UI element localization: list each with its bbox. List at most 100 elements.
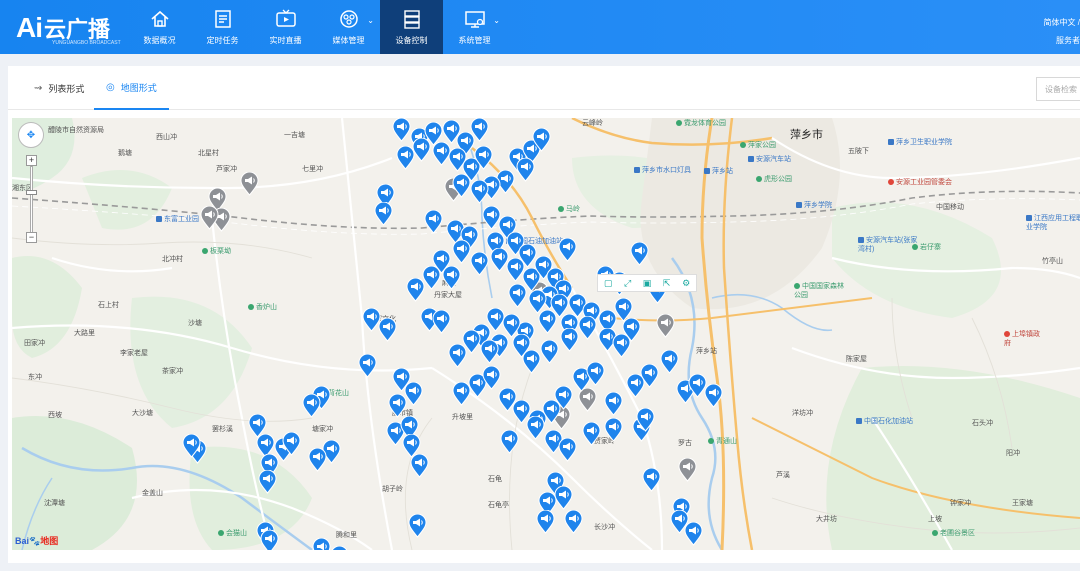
device-marker-online[interactable] [560, 327, 579, 352]
device-marker-online[interactable] [684, 521, 703, 546]
device-marker-online[interactable] [480, 339, 499, 364]
zoom-slider-handle[interactable] [26, 190, 37, 195]
device-marker-online[interactable] [604, 391, 623, 416]
map-label: 马岭 [558, 204, 580, 214]
nav-item-media[interactable]: 媒体管理 ⌄ [317, 0, 380, 54]
nav-item-overview[interactable]: 数据概况 [128, 0, 191, 54]
device-marker-online[interactable] [482, 365, 501, 390]
device-marker-online[interactable] [604, 417, 623, 442]
device-marker-online[interactable] [564, 509, 583, 534]
device-marker-online[interactable] [260, 529, 279, 550]
language-switch[interactable]: 简体中文 / [1044, 14, 1080, 32]
device-marker-online[interactable] [642, 467, 661, 492]
nav-item-live[interactable]: 实时直播 [254, 0, 317, 54]
device-marker-online[interactable] [424, 209, 443, 234]
device-marker-online[interactable] [526, 415, 545, 440]
device-marker-offline[interactable] [678, 457, 697, 482]
device-marker-online[interactable] [558, 237, 577, 262]
device-marker-online[interactable] [660, 349, 679, 374]
share-icon[interactable]: ⇱ [663, 278, 671, 289]
map-label: 会猫山 [218, 528, 247, 538]
device-marker-online[interactable] [554, 385, 573, 410]
device-marker-online[interactable] [522, 349, 541, 374]
device-marker-online[interactable] [630, 241, 649, 266]
device-marker-offline[interactable] [200, 205, 219, 230]
device-marker-offline[interactable] [656, 313, 675, 338]
zoom-slider-track[interactable] [30, 166, 33, 234]
device-marker-online[interactable] [470, 118, 489, 142]
device-marker-online[interactable] [422, 265, 441, 290]
map-label: 东富工业园 [156, 214, 199, 224]
device-search-input[interactable]: 设备检索 [1036, 77, 1080, 101]
device-marker-online[interactable] [330, 545, 349, 550]
map-label: 东冲 [28, 374, 42, 381]
map-navigation-control: ✥ + − [18, 122, 44, 243]
device-marker-online[interactable] [412, 137, 431, 162]
device-marker-online[interactable] [432, 309, 451, 334]
device-marker-online[interactable] [622, 317, 641, 342]
settings-icon[interactable]: ⚙ [682, 278, 690, 289]
nav-item-device-control[interactable]: 设备控制 [380, 0, 443, 54]
device-marker-online[interactable] [452, 239, 471, 264]
map-label: 大路里 [74, 330, 95, 337]
device-marker-online[interactable] [704, 383, 723, 408]
user-area[interactable]: 简体中文 / 服务者 [1044, 14, 1080, 50]
device-marker-online[interactable] [442, 265, 461, 290]
device-marker-online[interactable] [470, 251, 489, 276]
device-marker-online[interactable] [508, 283, 527, 308]
device-marker-online[interactable] [378, 317, 397, 342]
device-marker-online[interactable] [302, 393, 321, 418]
map-label: 石龟 [488, 476, 502, 483]
logo-subtitle: YUNGUANGBO BROADCAST [52, 40, 121, 46]
device-marker-online[interactable] [640, 363, 659, 388]
home-icon [150, 10, 169, 27]
tab-label: 列表形式 [48, 83, 85, 94]
map-label: 罢杉溪 [212, 426, 233, 433]
device-marker-online[interactable] [586, 361, 605, 386]
device-marker-online[interactable] [282, 431, 301, 456]
device-marker-offline[interactable] [240, 171, 259, 196]
device-marker-online[interactable] [312, 537, 331, 550]
device-marker-online[interactable] [388, 393, 407, 418]
zoom-out-button[interactable]: − [26, 232, 37, 243]
device-map[interactable]: 醴陵市自然资源局 西山冲 一吉塘 北星村 鹅塘 芦家冲 七里冲 霓龙体育公园 云… [12, 118, 1080, 550]
device-marker-online[interactable] [516, 157, 535, 182]
zoom-in-button[interactable]: + [26, 155, 37, 166]
device-marker-online[interactable] [474, 145, 493, 170]
device-marker-online[interactable] [470, 179, 489, 204]
device-marker-online[interactable] [500, 429, 519, 454]
map-label: 香炉山 [248, 302, 277, 312]
map-label: 岩仔寨 [912, 242, 941, 252]
nav-label: 数据概况 [143, 36, 176, 45]
fullscreen-icon[interactable]: ⤢ [624, 278, 631, 289]
nav-item-system[interactable]: 系统管理 ⌄ [443, 0, 506, 54]
map-label: 石龟亭 [488, 502, 509, 509]
save-icon[interactable]: ▣ [643, 278, 652, 289]
app-logo[interactable]: Ai 云广播 YUNGUANGBO BROADCAST [16, 10, 121, 46]
tab-list-view[interactable]: ⇝ 列表形式 [26, 66, 92, 110]
map-pin-icon: ◎ [106, 81, 115, 93]
nav-item-scheduled-tasks[interactable]: 定时任务 [191, 0, 254, 54]
device-marker-online[interactable] [578, 315, 597, 340]
device-marker-online[interactable] [452, 173, 471, 198]
device-marker-online[interactable] [536, 509, 555, 534]
top-navigation-bar: Ai 云广播 YUNGUANGBO BROADCAST 数据概况 定时任务 实时… [0, 0, 1080, 54]
device-marker-online[interactable] [258, 469, 277, 494]
device-marker-online[interactable] [410, 453, 429, 478]
device-marker-online[interactable] [462, 329, 481, 354]
device-marker-online[interactable] [374, 201, 393, 226]
device-marker-online[interactable] [538, 309, 557, 334]
device-marker-online[interactable] [582, 421, 601, 446]
device-marker-online[interactable] [182, 433, 201, 458]
device-marker-online[interactable] [408, 513, 427, 538]
device-marker-online[interactable] [540, 339, 559, 364]
device-marker-online[interactable] [308, 447, 327, 472]
pan-compass-icon[interactable]: ✥ [18, 122, 44, 148]
tab-map-view[interactable]: ◎ 地图形式 [94, 66, 169, 110]
device-marker-online[interactable] [532, 127, 551, 152]
device-marker-online[interactable] [636, 407, 655, 432]
copy-icon[interactable]: ▢ [604, 278, 613, 289]
device-marker-online[interactable] [558, 437, 577, 462]
device-marker-online[interactable] [358, 353, 377, 378]
device-marker-online[interactable] [392, 118, 411, 142]
